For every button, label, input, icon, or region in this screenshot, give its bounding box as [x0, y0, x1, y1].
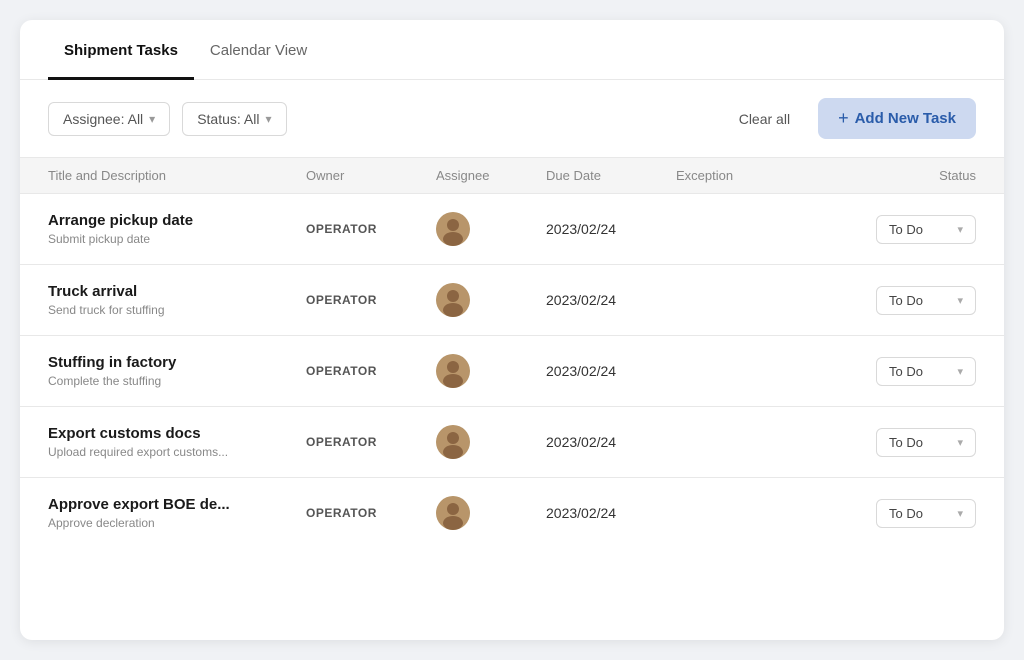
task-title-desc: Export customs docs Upload required expo… [48, 425, 306, 459]
avatar [436, 212, 470, 246]
tabs-container: Shipment Tasks Calendar View [20, 20, 1004, 80]
task-due-date: 2023/02/24 [546, 505, 676, 521]
col-header-due-date: Due Date [546, 168, 676, 183]
status-badge[interactable]: To Do ▾ [876, 357, 976, 386]
table-row: Arrange pickup date Submit pickup date O… [20, 194, 1004, 265]
col-header-exception: Exception [676, 168, 836, 183]
avatar [436, 496, 470, 530]
table-header: Title and Description Owner Assignee Due… [20, 157, 1004, 194]
status-chevron-icon: ▾ [957, 507, 963, 520]
add-new-task-button[interactable]: + Add New Task [818, 98, 976, 139]
assignee-filter-label: Assignee: All [63, 111, 143, 127]
status-badge[interactable]: To Do ▾ [876, 286, 976, 315]
avatar [436, 354, 470, 388]
status-chevron-icon: ▾ [957, 223, 963, 236]
col-header-assignee: Assignee [436, 168, 546, 183]
task-list: Arrange pickup date Submit pickup date O… [20, 194, 1004, 548]
task-title: Approve export BOE de... [48, 496, 306, 513]
task-description: Upload required export customs... [48, 445, 306, 459]
task-due-date: 2023/02/24 [546, 221, 676, 237]
task-description: Complete the stuffing [48, 374, 306, 388]
task-title-desc: Stuffing in factory Complete the stuffin… [48, 354, 306, 388]
add-task-label: Add New Task [855, 110, 956, 127]
task-title-desc: Approve export BOE de... Approve declera… [48, 496, 306, 530]
task-owner: OPERATOR [306, 293, 436, 307]
plus-icon: + [838, 108, 849, 129]
task-description: Submit pickup date [48, 232, 306, 246]
task-title: Truck arrival [48, 283, 306, 300]
status-filter-button[interactable]: Status: All ▾ [182, 102, 286, 136]
task-description: Send truck for stuffing [48, 303, 306, 317]
col-header-status: Status [836, 168, 976, 183]
status-label: To Do [889, 364, 923, 379]
col-header-owner: Owner [306, 168, 436, 183]
task-title-desc: Arrange pickup date Submit pickup date [48, 212, 306, 246]
task-title-desc: Truck arrival Send truck for stuffing [48, 283, 306, 317]
status-filter-label: Status: All [197, 111, 259, 127]
status-chevron-icon: ▾ [957, 365, 963, 378]
task-owner: OPERATOR [306, 364, 436, 378]
status-badge[interactable]: To Do ▾ [876, 428, 976, 457]
status-badge[interactable]: To Do ▾ [876, 215, 976, 244]
task-title: Export customs docs [48, 425, 306, 442]
status-label: To Do [889, 293, 923, 308]
task-description: Approve decleration [48, 516, 306, 530]
avatar [436, 425, 470, 459]
status-badge[interactable]: To Do ▾ [876, 499, 976, 528]
clear-all-button[interactable]: Clear all [723, 103, 806, 135]
status-chevron-icon: ▾ [957, 436, 963, 449]
assignee-chevron-icon: ▾ [149, 112, 155, 126]
status-label: To Do [889, 435, 923, 450]
task-due-date: 2023/02/24 [546, 363, 676, 379]
table-row: Truck arrival Send truck for stuffing OP… [20, 265, 1004, 336]
tab-shipment-tasks[interactable]: Shipment Tasks [48, 20, 194, 80]
task-owner: OPERATOR [306, 222, 436, 236]
task-owner: OPERATOR [306, 506, 436, 520]
toolbar: Assignee: All ▾ Status: All ▾ Clear all … [20, 80, 1004, 157]
task-title: Stuffing in factory [48, 354, 306, 371]
main-card: Shipment Tasks Calendar View Assignee: A… [20, 20, 1004, 640]
status-label: To Do [889, 222, 923, 237]
task-owner: OPERATOR [306, 435, 436, 449]
avatar [436, 283, 470, 317]
task-due-date: 2023/02/24 [546, 292, 676, 308]
assignee-filter-button[interactable]: Assignee: All ▾ [48, 102, 170, 136]
table-row: Export customs docs Upload required expo… [20, 407, 1004, 478]
col-header-title: Title and Description [48, 168, 306, 183]
table-row: Approve export BOE de... Approve declera… [20, 478, 1004, 548]
status-label: To Do [889, 506, 923, 521]
status-chevron-icon: ▾ [265, 112, 271, 126]
tab-calendar-view[interactable]: Calendar View [194, 20, 323, 80]
table-row: Stuffing in factory Complete the stuffin… [20, 336, 1004, 407]
task-title: Arrange pickup date [48, 212, 306, 229]
status-chevron-icon: ▾ [957, 294, 963, 307]
task-due-date: 2023/02/24 [546, 434, 676, 450]
